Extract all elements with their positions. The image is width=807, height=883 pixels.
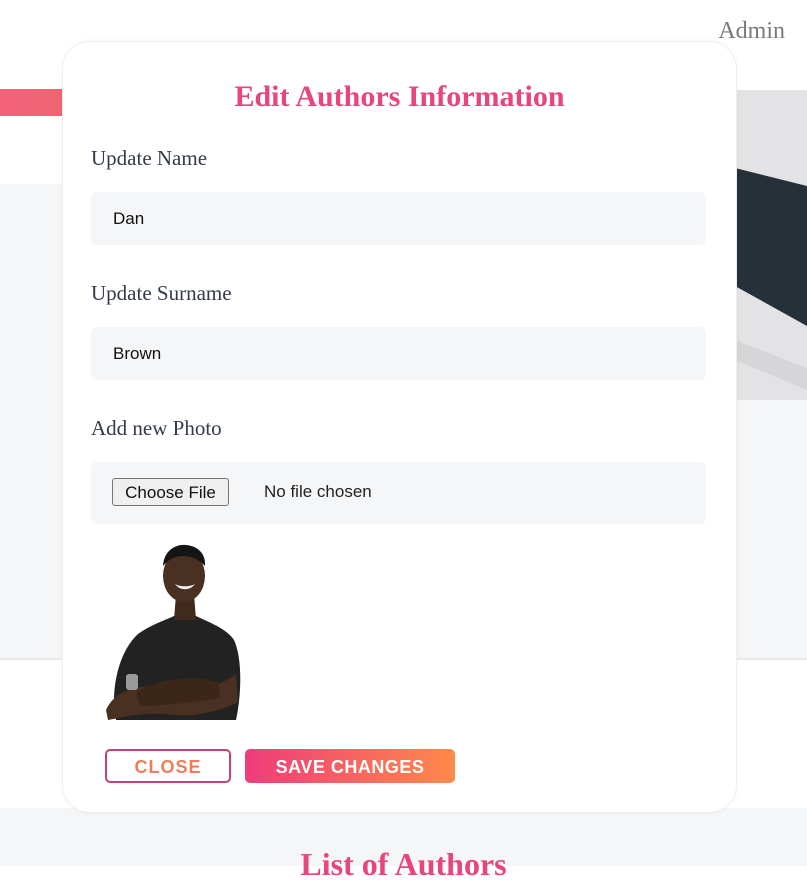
admin-link[interactable]: Admin — [718, 18, 785, 45]
file-status-text: No file chosen — [264, 482, 372, 501]
close-button[interactable]: CLOSE — [105, 749, 231, 783]
edit-author-modal: Edit Authors Information Update Name Upd… — [62, 41, 737, 813]
hero-device-graphic — [735, 90, 807, 400]
surname-input[interactable] — [91, 327, 706, 380]
surname-label: Update Surname — [91, 281, 232, 305]
authors-list-title: List of Authors — [300, 846, 507, 882]
save-changes-button[interactable]: SAVE CHANGES — [245, 749, 455, 783]
author-photo — [106, 544, 241, 720]
name-label: Update Name — [91, 146, 208, 170]
hero-accent-strip — [0, 89, 62, 116]
file-upload-field: Choose File No file chosen — [91, 462, 706, 524]
modal-title: Edit Authors Information — [234, 80, 565, 113]
name-input[interactable] — [91, 192, 706, 245]
choose-file-button[interactable]: Choose File — [112, 478, 229, 506]
photo-label: Add new Photo — [91, 416, 222, 440]
